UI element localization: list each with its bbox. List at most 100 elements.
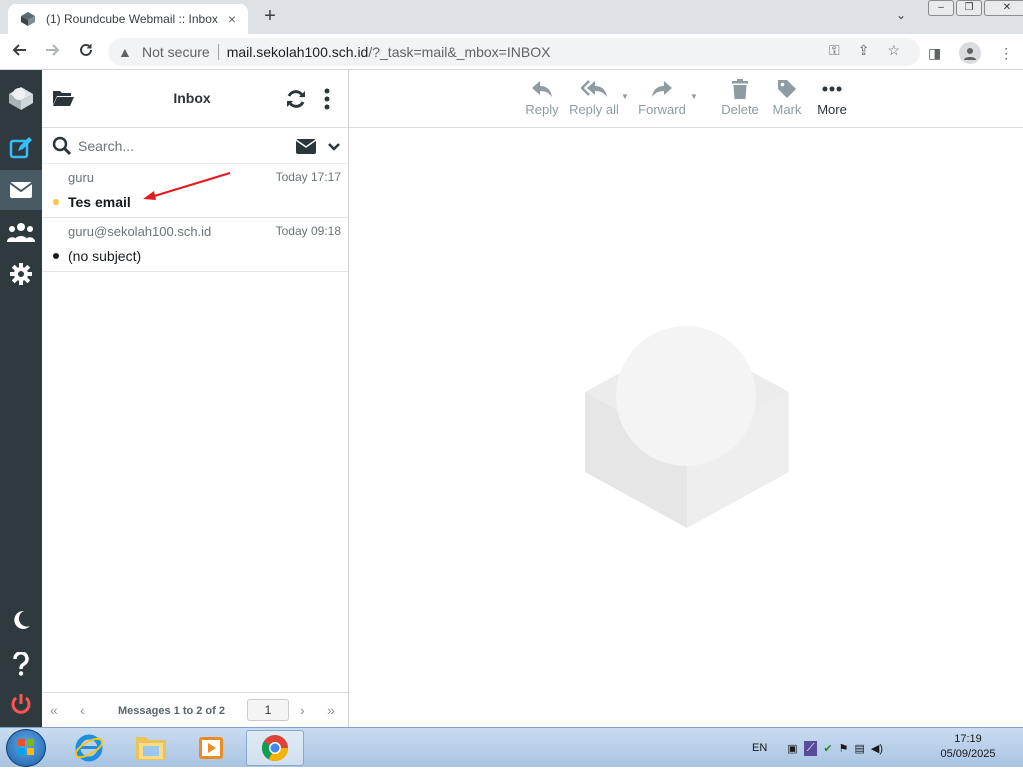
message-subject[interactable]: (no subject)	[68, 248, 141, 264]
tab-close-icon[interactable]: ×	[224, 11, 240, 27]
profile-avatar-icon[interactable]	[959, 42, 982, 64]
warning-triangle-icon[interactable]: ▲	[118, 44, 136, 60]
system-clock[interactable]: 17:19 05/09/2025	[928, 732, 1008, 762]
reply-all-label: Reply all	[569, 102, 619, 117]
search-bar[interactable]: Search...	[42, 128, 348, 164]
dark-mode-icon[interactable]	[0, 600, 42, 640]
browser-tab-strip: (1) Roundcube Webmail :: Inbox × + ⌄ – ❐…	[0, 0, 1023, 34]
forward-button[interactable]: Forward	[637, 76, 687, 117]
more-dots-icon	[813, 76, 851, 102]
delete-label: Delete	[721, 102, 759, 117]
os-taskbar: EN ▣ ⟋ ✔ ⚑ ▤ ◀) 17:19 05/09/2025	[0, 727, 1023, 767]
share-icon[interactable]: ⇪	[858, 42, 870, 59]
refresh-icon[interactable]	[285, 88, 307, 113]
message-preview-area: Reply Reply all ▼ Forward ▼ Delete Mark …	[349, 70, 1023, 727]
logout-icon[interactable]	[0, 684, 42, 724]
forward-label: Forward	[638, 102, 686, 117]
forward-icon	[637, 76, 687, 102]
message-from: guru@sekolah100.sch.id	[68, 224, 212, 239]
message-list-header: Inbox	[42, 70, 348, 128]
message-toolbar: Reply Reply all ▼ Forward ▼ Delete Mark …	[349, 70, 1023, 128]
contacts-icon[interactable]	[0, 212, 42, 252]
last-page-icon[interactable]: »	[327, 702, 335, 718]
tab-title: (1) Roundcube Webmail :: Inbox	[46, 12, 218, 26]
address-actions: ⚿ ⇪ ☆	[829, 42, 900, 59]
envelope-filter-icon[interactable]	[295, 139, 317, 157]
internet-explorer-icon[interactable]	[62, 730, 116, 766]
back-arrow-icon[interactable]	[10, 42, 30, 62]
browser-menu-icon[interactable]: ⋮	[999, 45, 1013, 62]
tray-feather-icon[interactable]: ⟋	[803, 740, 818, 756]
reply-button[interactable]: Reply	[523, 76, 561, 117]
list-options-icon[interactable]	[324, 88, 330, 113]
clock-date: 05/09/2025	[940, 748, 996, 760]
tray-app-icon[interactable]: ▣	[787, 742, 797, 755]
address-bar[interactable]: ▲ Not secure mail.sekolah100.sch.id/?_ta…	[108, 38, 920, 66]
pagination-bar: « ‹ Messages 1 to 2 of 2 1 › »	[42, 692, 348, 727]
media-player-icon[interactable]	[184, 730, 238, 766]
side-panel-icon[interactable]: ◨	[928, 45, 941, 62]
chevron-down-icon[interactable]	[327, 140, 341, 155]
system-tray: EN ▣ ⟋ ✔ ⚑ ▤ ◀)	[752, 728, 883, 768]
read-dot-icon	[53, 253, 59, 259]
tag-icon	[769, 76, 805, 102]
settings-icon[interactable]	[0, 254, 42, 294]
new-tab-button[interactable]: +	[258, 5, 282, 28]
key-icon[interactable]: ⚿	[829, 42, 840, 59]
first-page-icon[interactable]: «	[50, 702, 58, 718]
tray-shield-icon[interactable]: ✔	[823, 742, 832, 755]
more-label: More	[817, 102, 847, 117]
message-list-panel: Inbox Search... guru Today 17:17 Tes ema…	[42, 70, 349, 727]
help-icon[interactable]	[0, 644, 42, 684]
language-indicator[interactable]: EN	[752, 742, 767, 754]
search-input[interactable]: Search...	[78, 138, 134, 154]
unread-dot-icon	[53, 199, 59, 205]
message-date: Today 09:18	[275, 224, 341, 238]
network-icon[interactable]: ▤	[854, 742, 864, 755]
clock-time: 17:19	[954, 733, 982, 745]
roundcube-logo-icon[interactable]	[0, 78, 42, 118]
previous-page-icon[interactable]: ‹	[80, 702, 85, 718]
browser-tab[interactable]: (1) Roundcube Webmail :: Inbox ×	[8, 4, 248, 34]
reply-all-icon	[569, 76, 619, 102]
more-button[interactable]: More	[813, 76, 851, 117]
delete-button[interactable]: Delete	[719, 76, 761, 117]
reload-icon[interactable]	[76, 42, 96, 62]
forward-arrow-icon[interactable]	[42, 42, 62, 62]
next-page-icon[interactable]: ›	[300, 702, 305, 718]
minimize-button[interactable]: –	[928, 0, 954, 16]
url-path: /?_task=mail&_mbox=INBOX	[368, 44, 551, 60]
action-center-flag-icon[interactable]: ⚑	[839, 742, 849, 755]
message-row[interactable]: guru@sekolah100.sch.id Today 09:18 (no s…	[42, 218, 348, 272]
message-date: Today 17:17	[275, 170, 341, 184]
search-icon[interactable]	[52, 136, 72, 159]
browser-toolbar: ▲ Not secure mail.sekolah100.sch.id/?_ta…	[0, 34, 1023, 70]
chrome-taskbar-icon[interactable]	[246, 730, 304, 766]
file-explorer-icon[interactable]	[124, 730, 178, 766]
compose-icon[interactable]	[0, 128, 42, 168]
url-host: mail.sekolah100.sch.id	[226, 44, 369, 60]
start-button-windows-icon[interactable]	[6, 729, 46, 767]
bookmark-star-icon[interactable]: ☆	[887, 42, 900, 59]
reply-all-button[interactable]: Reply all	[569, 76, 619, 117]
forward-dropdown-icon[interactable]: ▼	[690, 92, 698, 101]
browser-right-actions: ◨ ⋮	[928, 42, 1013, 64]
volume-icon[interactable]: ◀)	[871, 742, 883, 755]
mail-icon[interactable]	[0, 170, 42, 210]
restore-button[interactable]: ❐	[956, 0, 982, 16]
trash-icon	[719, 76, 761, 102]
message-count: Messages 1 to 2 of 2	[118, 705, 225, 717]
message-from: guru	[68, 170, 95, 185]
reply-label: Reply	[525, 102, 559, 117]
reply-icon	[523, 76, 561, 102]
tab-search-chevron-icon[interactable]: ⌄	[896, 8, 906, 22]
mark-button[interactable]: Mark	[769, 76, 805, 117]
app-rail	[0, 70, 42, 727]
roundcube-favicon-icon	[21, 12, 35, 26]
page-number-input[interactable]: 1	[247, 699, 289, 721]
reply-all-dropdown-icon[interactable]: ▼	[621, 92, 629, 101]
annotation-arrow-icon	[143, 171, 231, 200]
roundcube-watermark-icon	[585, 326, 789, 528]
close-window-button[interactable]: ✕	[984, 0, 1023, 16]
message-subject[interactable]: Tes email	[68, 194, 131, 210]
